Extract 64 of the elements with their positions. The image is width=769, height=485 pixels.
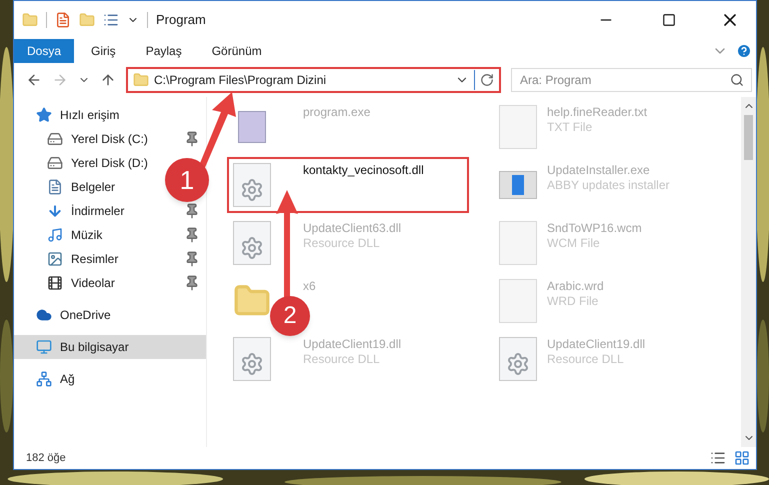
folder-icon: [133, 72, 149, 88]
properties-icon[interactable]: [103, 12, 119, 28]
drive-icon: [47, 131, 63, 147]
settings-file-icon: [233, 163, 271, 207]
scrollbar[interactable]: [741, 97, 756, 447]
pin-icon[interactable]: [184, 251, 200, 267]
large-icons-view-icon[interactable]: [734, 450, 750, 466]
ribbon-tab[interactable]: Giriş: [78, 39, 129, 63]
nav-item[interactable]: Belgeler: [47, 178, 116, 196]
checklist-icon[interactable]: [55, 12, 71, 28]
search-field[interactable]: Ara: Program: [511, 68, 752, 92]
drive-icon: [47, 155, 63, 171]
file-icon: [499, 279, 537, 323]
settings-file-icon: [233, 337, 271, 381]
settings-file-icon: [233, 221, 271, 265]
search-icon[interactable]: [730, 73, 744, 87]
help-icon[interactable]: [736, 43, 752, 59]
maximize-icon[interactable]: [662, 13, 676, 27]
nav-item[interactable]: Ağ: [36, 370, 75, 388]
nav-item[interactable]: Yerel Disk (D:): [47, 154, 148, 172]
pin-icon[interactable]: [184, 227, 200, 243]
back-icon[interactable]: [26, 72, 42, 88]
music-icon: [47, 227, 63, 243]
settings-file-icon: [499, 337, 537, 381]
ribbon-tab[interactable]: Paylaş: [132, 39, 195, 63]
nav-item[interactable]: Bu bilgisayar: [36, 338, 129, 356]
computer-icon: [36, 339, 52, 355]
window-title: Program: [156, 11, 206, 30]
download-icon: [47, 203, 63, 219]
file-type: TXT File: [547, 120, 594, 135]
file-type: Resource DLL: [547, 352, 625, 367]
nav-item[interactable]: Videolar: [47, 274, 200, 292]
file-name[interactable]: kontakty_vecinosoft.dll: [303, 163, 424, 178]
nav-item[interactable]: OneDrive: [36, 306, 111, 324]
ribbon-tab[interactable]: Görünüm: [198, 39, 275, 63]
address-path: C:\Program Files\Program Dizini: [154, 72, 328, 89]
file-icon: [499, 105, 537, 149]
nav-item[interactable]: Yerel Disk (C:): [47, 130, 200, 148]
ribbon-tab[interactable]: Dosya: [14, 39, 74, 63]
picture-icon: [47, 251, 63, 267]
item-count: 182 öğe: [26, 450, 66, 466]
file-type: WRD File: [547, 294, 600, 309]
nav-item[interactable]: Resimler: [47, 250, 200, 268]
up-icon[interactable]: [100, 72, 116, 88]
film-icon: [47, 275, 63, 291]
star-icon: [36, 107, 52, 123]
file-icon: [499, 221, 537, 265]
pin-icon[interactable]: [184, 275, 200, 291]
nav-item[interactable]: Müzik: [47, 226, 200, 244]
document-icon: [47, 179, 63, 195]
file-type: Resource DLL: [303, 352, 381, 367]
file-type: WCM File: [547, 236, 601, 251]
scroll-thumb[interactable]: [744, 115, 753, 160]
details-view-icon[interactable]: [710, 450, 726, 466]
refresh-icon[interactable]: [480, 73, 494, 87]
nav-item[interactable]: İndirmeler: [47, 202, 200, 220]
pin-icon[interactable]: [184, 131, 200, 147]
address-bar[interactable]: C:\Program Files\Program Dizini: [126, 67, 501, 93]
file-type: ABBY updates installer: [547, 178, 670, 193]
nav-item[interactable]: Hızlı erişim: [36, 106, 120, 124]
network-icon: [36, 371, 52, 387]
pin-icon[interactable]: [184, 203, 200, 219]
file-type: Resource DLL: [303, 236, 381, 251]
cloud-icon: [36, 307, 52, 323]
